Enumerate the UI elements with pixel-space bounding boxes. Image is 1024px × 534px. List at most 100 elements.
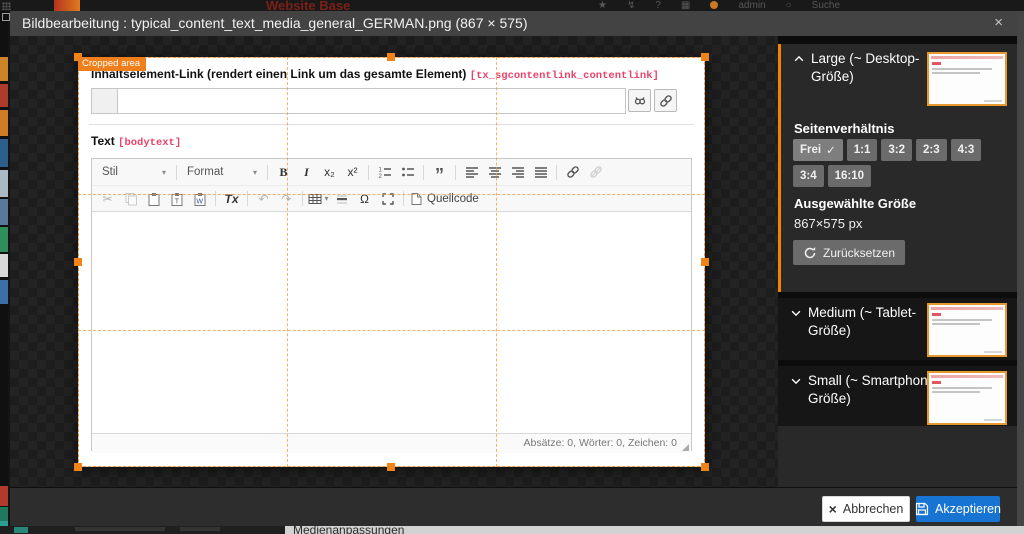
crop-image-area[interactable]: Inhaltselement-Link (rendert einen Link … — [78, 57, 705, 467]
crop-handle-se[interactable] — [701, 463, 709, 471]
align-justify-icon — [530, 162, 551, 182]
modal-title: Bildbearbeitung : typical_content_text_m… — [22, 11, 527, 36]
ratio-label: 1:1 — [854, 144, 871, 156]
input-prefix-box — [91, 88, 118, 114]
reset-button[interactable]: Zurücksetzen — [793, 240, 905, 265]
screenshot-content: Inhaltselement-Link (rendert einen Link … — [78, 57, 705, 467]
cancel-label: Abbrechen — [843, 502, 903, 516]
crop-handle-ne[interactable] — [701, 53, 709, 61]
unlink-icon — [585, 162, 606, 182]
accept-button[interactable]: Akzeptieren — [916, 496, 1000, 522]
close-icon: × — [829, 501, 837, 517]
ratio-label: Frei — [800, 144, 821, 156]
backdrop-module-icon — [0, 199, 8, 225]
backdrop-module-icon — [0, 486, 8, 506]
accept-label: Akzeptieren — [935, 502, 1001, 516]
superscript-icon: x² — [342, 162, 363, 182]
variant-small-header[interactable]: Small (~ Smartphone-Größe) — [790, 372, 946, 407]
backdrop-bottom-strip: Medienanpassungen — [0, 526, 1024, 534]
link-field-key: [tx_sgcontentlink_contentlink] — [470, 70, 659, 82]
backdrop-page-icon — [2, 13, 10, 21]
toolbar-separator — [247, 191, 248, 206]
unordered-list-icon — [397, 162, 418, 182]
link-icon — [562, 162, 583, 182]
text-field-label: Text [bodytext] — [91, 134, 181, 149]
italic-icon: I — [296, 162, 317, 182]
aspect-ratio-button-4-3[interactable]: 4:3 — [951, 139, 982, 161]
toolbar-separator — [455, 165, 456, 180]
rte-toolbar-row2: ✂TWTx↶↷▾ΩQuellcode — [92, 186, 691, 212]
paste-icon — [143, 189, 164, 209]
toolbar-separator — [267, 165, 268, 180]
refresh-icon — [803, 246, 817, 260]
backdrop-module-icon — [0, 507, 8, 521]
link-field-label: Inhaltselement-Link (rendert einen Link … — [91, 67, 659, 82]
backdrop-module-icon — [0, 254, 8, 277]
remove-format-icon: Tx — [221, 189, 242, 209]
text-field-label-text: Text — [91, 134, 115, 148]
toolbar-separator — [368, 165, 369, 180]
paste-word-icon: W — [189, 189, 210, 209]
cropped-area-badge: Cropped area — [78, 57, 146, 71]
blockquote-icon: ” — [429, 162, 450, 182]
backdrop-search-label: Suche — [812, 0, 840, 11]
section-label: Medium (~ Tablet-Größe) — [808, 304, 946, 339]
bookmark-icon: ★ — [598, 0, 607, 11]
record-browser-button — [628, 89, 651, 112]
crop-thumbnail-small[interactable] — [927, 371, 1007, 425]
toolbar-separator — [423, 165, 424, 180]
backdrop-topbar: Website Base ★ ↯ ? ▦ admin ○ Suche — [0, 0, 1024, 11]
crop-handle-n[interactable] — [387, 53, 395, 61]
backdrop-module-icon — [0, 280, 8, 304]
aspect-ratio-button-2-3[interactable]: 2:3 — [916, 139, 947, 161]
reset-label: Zurücksetzen — [823, 246, 895, 260]
toolbar-separator — [215, 191, 216, 206]
search-icon: ○ — [786, 0, 792, 11]
crop-handle-e[interactable] — [701, 258, 709, 266]
aspect-ratio-button-frei[interactable]: Frei✓ — [793, 139, 843, 161]
backdrop-module-tab — [54, 0, 80, 11]
word-count: Absätze: 0, Wörter: 0, Zeichen: 0 — [524, 437, 678, 449]
align-right-icon — [507, 162, 528, 182]
svg-text:1: 1 — [378, 168, 382, 174]
chevron-up-icon — [793, 53, 805, 65]
crop-handle-s[interactable] — [387, 463, 395, 471]
cancel-button[interactable]: × Abbrechen — [822, 496, 910, 522]
source-button: Quellcode — [409, 189, 479, 209]
aspect-ratio-button-16-10[interactable]: 16:10 — [828, 165, 871, 187]
aspect-ratio-button-1-1[interactable]: 1:1 — [847, 139, 878, 161]
link-icon — [659, 94, 673, 108]
variant-section-medium: Medium (~ Tablet-Größe) — [778, 298, 1017, 360]
variant-large-header[interactable]: Large (~ Desktop-Größe) — [793, 50, 949, 85]
variant-medium-header[interactable]: Medium (~ Tablet-Größe) — [790, 304, 946, 339]
ratio-label: 4:3 — [958, 144, 975, 156]
aspect-ratio-button-3-4[interactable]: 3:4 — [793, 165, 824, 187]
crop-handle-sw[interactable] — [74, 463, 82, 471]
sidebar-filler — [778, 426, 1017, 487]
user-avatar — [710, 1, 718, 9]
modal-close-button[interactable]: × — [994, 11, 1003, 35]
ratio-label: 3:4 — [800, 170, 817, 182]
text-field-key: [bodytext] — [118, 137, 181, 149]
variant-section-small: Small (~ Smartphone-Größe) — [778, 366, 1017, 426]
crop-thumbnail-large[interactable] — [927, 52, 1007, 106]
help-icon: ? — [655, 0, 661, 11]
backdrop-admin-label: admin — [738, 0, 765, 11]
form-divider — [89, 124, 694, 125]
backdrop-module-icon — [0, 110, 8, 136]
bold-icon: B — [273, 162, 294, 182]
toolbar-separator — [403, 191, 404, 206]
aspect-ratio-button-3-2[interactable]: 3:2 — [881, 139, 912, 161]
record-browser-icon — [633, 94, 647, 108]
backdrop-tree-text — [180, 527, 220, 531]
crop-thumbnail-medium[interactable] — [927, 303, 1007, 357]
caret-down-icon: ▾ — [253, 168, 257, 177]
paste-text-icon: T — [166, 189, 187, 209]
crop-handle-w[interactable] — [74, 258, 82, 266]
subscript-icon: x₂ — [319, 162, 340, 182]
ratio-label: 2:3 — [923, 144, 940, 156]
rte-editor: Stil▾Format▾BIx₂x²12” ✂TWTx↶↷▾ΩQuellcode… — [91, 158, 692, 451]
selected-size-value: 867×575 px — [794, 216, 862, 231]
rte-toolbar-row1: Stil▾Format▾BIx₂x²12” — [92, 159, 691, 186]
section-label: Small (~ Smartphone-Größe) — [808, 372, 946, 407]
